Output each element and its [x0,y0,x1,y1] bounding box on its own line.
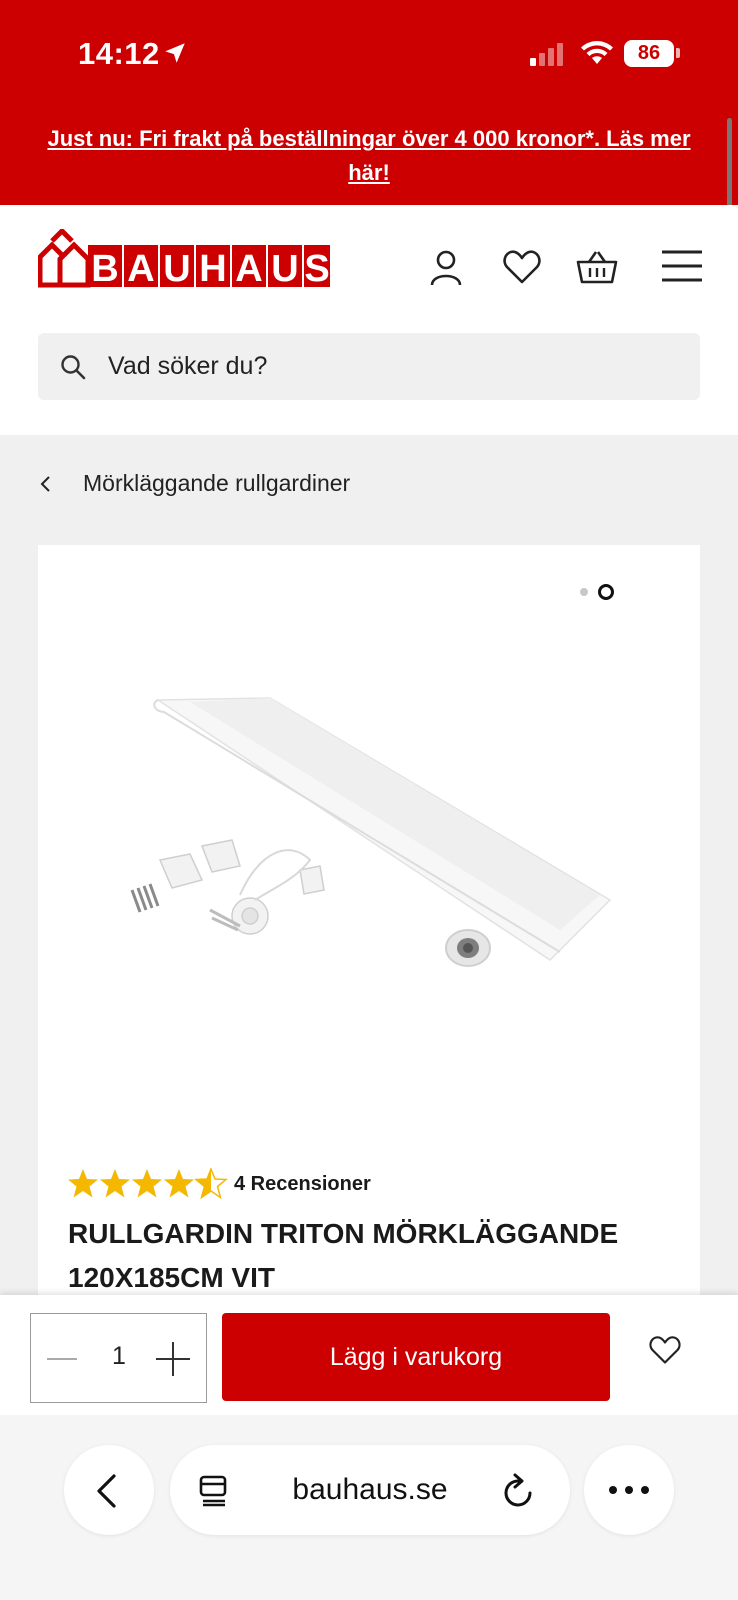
product-image[interactable] [120,690,620,990]
status-time: 14:12 [78,36,160,71]
wishlist-heart-icon[interactable] [648,1335,682,1365]
user-icon[interactable] [428,249,464,287]
reviews-link[interactable]: 4 Recensioner [234,1173,371,1196]
promo-link[interactable]: Just nu: Fri frakt på beställningar över… [30,122,708,190]
wifi-icon [581,41,613,64]
add-to-cart-button[interactable]: Lägg i varukorg [222,1313,610,1401]
svg-text:U: U [163,248,190,290]
browser-back-button[interactable] [64,1445,154,1535]
search-input[interactable]: Vad söker du? [38,333,700,400]
search-icon [61,355,86,380]
carousel-dot-1[interactable] [580,588,588,596]
carousel-dot-2-active[interactable] [598,584,614,600]
address-bar[interactable]: bauhaus.se [170,1445,570,1535]
plus-icon[interactable] [156,1342,190,1376]
chevron-left-icon [97,1474,116,1508]
svg-text:A: A [127,248,154,290]
bauhaus-logo[interactable]: B A U H A U S [38,229,334,291]
minus-icon[interactable] [47,1344,77,1374]
battery-tip [676,48,680,58]
svg-text:B: B [91,248,118,290]
browser-toolbar: bauhaus.se [0,1415,738,1600]
basket-icon[interactable] [576,249,618,285]
product-title: RULLGARDIN TRITON MÖRKLÄGGANDE 120X185CM… [68,1218,619,1293]
breadcrumb[interactable]: Mörkläggande rullgardiner [83,470,350,497]
rating-stars[interactable] [68,1168,228,1200]
heart-icon[interactable] [502,249,542,285]
more-options-button[interactable] [584,1445,674,1535]
location-arrow-icon [165,43,185,63]
svg-text:S: S [304,248,329,290]
battery-indicator: 86 [624,40,674,67]
svg-text:U: U [271,248,298,290]
cellular-signal-icon [530,43,563,66]
menu-icon[interactable] [662,249,702,283]
search-placeholder: Vad söker du? [108,352,268,380]
site-header: B A U H A U S Vad söker du? [0,205,738,435]
svg-text:H: H [199,248,226,290]
more-dots-icon [609,1486,649,1494]
chevron-left-icon[interactable] [38,472,52,496]
reload-icon[interactable] [502,1473,536,1509]
quantity-value[interactable]: 1 [101,1342,137,1371]
svg-text:A: A [235,248,262,290]
quantity-stepper: 1 [30,1313,207,1403]
add-to-cart-bar: 1 Lägg i varukorg [0,1295,738,1415]
